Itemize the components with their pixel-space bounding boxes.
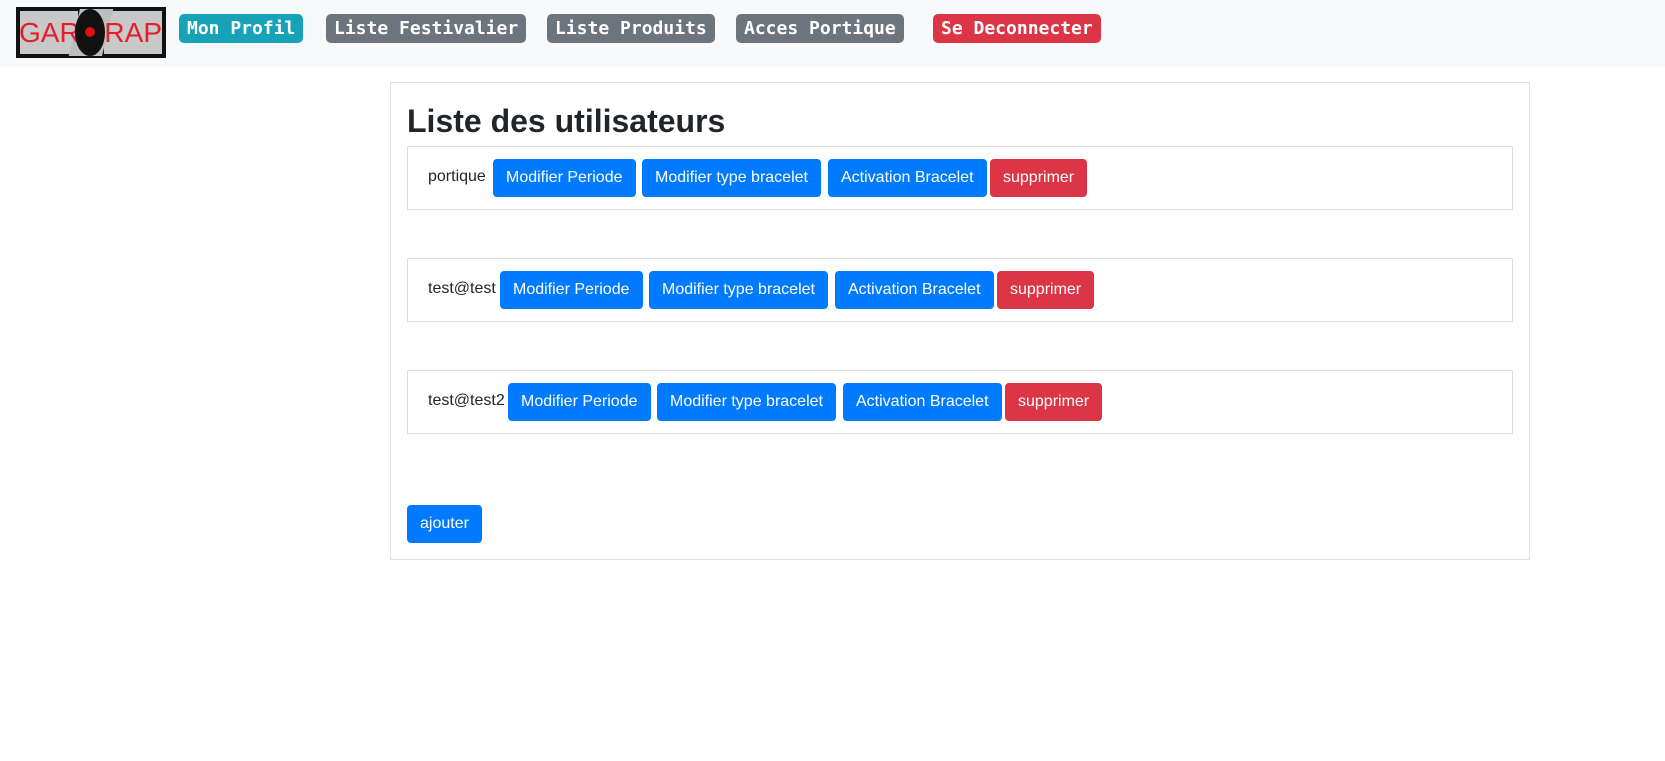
activate-bracelet-button[interactable]: Activation Bracelet xyxy=(828,159,987,197)
user-row: test@test Modifier Periode Modifier type… xyxy=(407,258,1513,322)
nav-mon-profil[interactable]: Mon Profil xyxy=(179,14,304,43)
vinyl-center-icon xyxy=(85,27,95,37)
add-user-button[interactable]: ajouter xyxy=(407,505,482,543)
user-name: portique xyxy=(428,168,486,185)
users-card: Liste des utilisateurs portique Modifier… xyxy=(390,82,1530,560)
user-row: test@test2 Modifier Periode Modifier typ… xyxy=(407,370,1513,434)
user-row: portique Modifier Periode Modifier type … xyxy=(407,146,1513,210)
modify-period-button[interactable]: Modifier Periode xyxy=(500,271,643,309)
nav-liste-festivalier[interactable]: Liste Festivalier xyxy=(326,14,527,43)
delete-button[interactable]: supprimer xyxy=(997,271,1095,309)
user-name: test@test2 xyxy=(428,392,505,409)
nav-acces-portique[interactable]: Acces Portique xyxy=(736,14,904,43)
vinyl-disc-icon xyxy=(75,9,105,56)
nav-liste-produits[interactable]: Liste Produits xyxy=(547,14,715,43)
logo-text-left: GAR xyxy=(19,17,80,48)
user-name: test@test xyxy=(428,280,496,297)
activate-bracelet-button[interactable]: Activation Bracelet xyxy=(835,271,994,309)
modify-bracelet-type-button[interactable]: Modifier type bracelet xyxy=(657,383,836,421)
delete-button[interactable]: supprimer xyxy=(990,159,1088,197)
modify-bracelet-type-button[interactable]: Modifier type bracelet xyxy=(649,271,828,309)
delete-button[interactable]: supprimer xyxy=(1005,383,1103,421)
logo-text-right: RAP xyxy=(104,17,162,48)
garorap-logo[interactable]: GAR RAP xyxy=(16,7,166,58)
activate-bracelet-button[interactable]: Activation Bracelet xyxy=(843,383,1002,421)
modify-bracelet-type-button[interactable]: Modifier type bracelet xyxy=(642,159,821,197)
modify-period-button[interactable]: Modifier Periode xyxy=(493,159,636,197)
page-title: Liste des utilisateurs xyxy=(407,103,726,139)
nav-se-deconnecter[interactable]: Se Deconnecter xyxy=(933,14,1101,43)
modify-period-button[interactable]: Modifier Periode xyxy=(508,383,651,421)
top-navbar: GAR RAP Mon Profil Liste Festivalier Lis… xyxy=(0,0,1665,66)
